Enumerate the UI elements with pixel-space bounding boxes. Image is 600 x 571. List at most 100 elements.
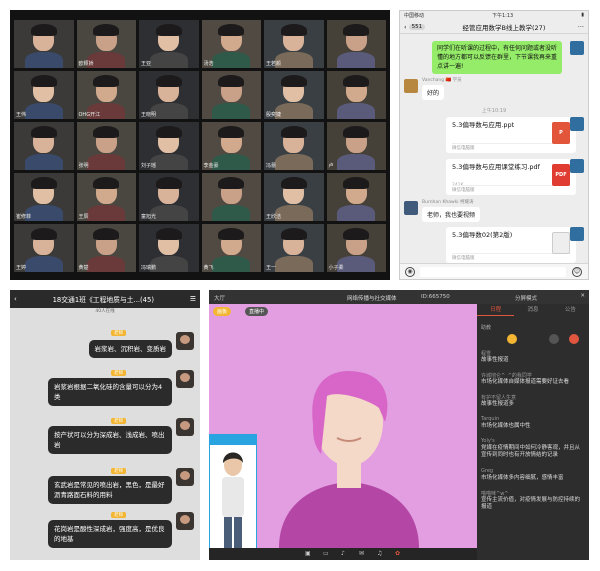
file-message[interactable]: 5.3偏导数02(第2版) 微信电脑版 (446, 227, 576, 263)
participant-video-tile[interactable] (201, 173, 261, 221)
voice-icon[interactable]: ◉ (405, 267, 415, 277)
battery-icon: ▮ (581, 12, 584, 18)
student-avatar[interactable] (404, 201, 418, 215)
tab-notices[interactable]: 公告 (552, 304, 589, 316)
participant-video-tile[interactable]: 欧颖娇 (76, 20, 136, 68)
layout-mode-button[interactable]: 分屏模式 (515, 294, 537, 302)
participant-name: 王一 (266, 265, 277, 271)
participant-hair (155, 227, 182, 241)
participant-video-tile[interactable]: 王欣洁 (264, 173, 324, 221)
teacher-avatar[interactable] (570, 117, 584, 131)
participant-video-tile[interactable]: 殷奕婕 (264, 71, 324, 119)
participant-name: 黄楚 (78, 265, 89, 271)
comment-text: 市场化媒体多内容细腻，感情丰富 (481, 475, 564, 481)
microphone-icon[interactable]: ♪ (341, 550, 345, 557)
assistant-avatar[interactable] (549, 334, 559, 344)
participant-name: 王婷 (16, 265, 27, 271)
online-count: 40人在线 (95, 309, 115, 314)
participant-video-tile[interactable]: 王晓明 (139, 71, 199, 119)
participant-body (24, 102, 63, 119)
participant-body (212, 255, 251, 272)
assistant-avatar[interactable] (507, 334, 517, 344)
sidebar: 日程 消息 公告 助教 程雪 故事性报道 许城彻仑^_^的我同学 市场化媒体自媒体报道… (477, 304, 589, 560)
unread-badge[interactable]: 551 (408, 23, 426, 30)
participant-video-tile[interactable]: 王亚 (139, 20, 199, 68)
message-input[interactable] (420, 267, 566, 277)
participant-video-tile[interactable]: 黄楚 (76, 224, 136, 272)
student-avatar[interactable] (404, 79, 418, 93)
music-icon[interactable]: ♫ (377, 550, 382, 557)
status-time: 下午1:13 (492, 13, 514, 19)
participant-video-tile[interactable]: 冯瑞鹏 (139, 224, 199, 272)
group-icon[interactable]: ☰ (190, 295, 196, 303)
participant-name: 小子柔 (328, 265, 344, 271)
participant-hair (30, 125, 57, 139)
file-message[interactable]: 5.3偏导数与应用.ppt 微信电脑版 P (446, 117, 576, 153)
participant-video-tile[interactable]: 刘子瑶 (139, 122, 199, 170)
teacher-avatar[interactable] (570, 227, 584, 241)
tab-messages[interactable]: 消息 (514, 304, 551, 316)
participant-video-tile[interactable] (326, 71, 386, 119)
participant-video-tile[interactable] (14, 122, 74, 170)
teacher-avatar[interactable] (570, 41, 584, 55)
participant-name: OHG开江 (78, 112, 101, 118)
participant-video-tile[interactable] (326, 173, 386, 221)
participant-body (212, 204, 251, 221)
teacher-avatar[interactable] (570, 159, 584, 173)
teacher-avatar[interactable] (176, 370, 194, 388)
participant-video-tile[interactable]: 汤浩 (201, 20, 261, 68)
tab-schedule[interactable]: 日程 (477, 304, 515, 316)
participant-name: 殷奕婕 (266, 112, 282, 118)
screen-share-icon[interactable]: ▭ (323, 550, 329, 557)
comment-text: 市场化媒体自媒体报道需要好证去看 (481, 379, 570, 385)
participant-hair (343, 176, 370, 190)
participant-name: 李金豪 (203, 163, 219, 169)
teacher-camera-pip[interactable] (209, 434, 257, 560)
file-icon (552, 232, 570, 254)
more-icon[interactable]: ··· (578, 23, 584, 31)
participant-video-tile[interactable] (201, 71, 261, 119)
teacher-avatar[interactable] (176, 512, 194, 530)
chat-bubble-icon[interactable]: ✉ (359, 550, 364, 557)
chat-message: 花岗岩是酸性深成岩，强度高，是优良的地基 (48, 520, 172, 548)
participant-video-tile[interactable]: 小子柔 (326, 224, 386, 272)
pdf-file-icon: PDF (552, 164, 570, 186)
participant-video-tile[interactable]: 李金豪 (201, 122, 261, 170)
teacher-avatar[interactable] (176, 468, 194, 486)
participant-video-tile[interactable]: 崔修菲 (14, 173, 74, 221)
participant-hair (280, 125, 307, 139)
participant-name: 王亚 (141, 61, 152, 67)
file-name: 5.3偏导数02(第2版) (452, 231, 513, 239)
lobby-button[interactable]: 大厅 (214, 294, 225, 302)
file-source: 微信电脑版 (452, 185, 570, 193)
participant-video-tile[interactable]: 童旭光 (139, 173, 199, 221)
close-icon[interactable]: ✕ (580, 293, 585, 299)
participant-video-tile[interactable] (14, 20, 74, 68)
participant-video-tile[interactable]: 冯蕾 (264, 122, 324, 170)
participant-video-tile[interactable]: 王一 (264, 224, 324, 272)
emoji-icon[interactable]: ☺ (572, 267, 582, 277)
teacher-avatar[interactable] (176, 332, 194, 350)
participant-hair (280, 176, 307, 190)
teacher-avatar[interactable] (176, 418, 194, 436)
participant-video-tile[interactable]: 王婷 (14, 224, 74, 272)
assistant-avatar[interactable] (569, 334, 579, 344)
participant-body (24, 255, 63, 272)
participant-name: 冯瑞鹏 (141, 265, 157, 271)
back-arrow-icon[interactable]: ‹ (404, 23, 407, 31)
participant-video-tile[interactable]: 王伟 (14, 71, 74, 119)
file-message[interactable]: 5.3偏导数与应用课堂练习.pdf 242K 微信电脑版 PDF (446, 159, 576, 195)
participant-hair (155, 176, 182, 190)
participant-name: 汤浩 (203, 61, 214, 67)
gift-icon[interactable]: ✿ (395, 550, 400, 557)
participant-video-tile[interactable]: OHG开江 (76, 71, 136, 119)
camera-icon[interactable]: ▣ (305, 550, 311, 557)
participant-video-tile[interactable]: 王辰 (76, 173, 136, 221)
participant-video-tile[interactable] (326, 20, 386, 68)
participant-video-tile[interactable]: 王若颜 (264, 20, 324, 68)
participant-video-tile[interactable]: 张明 (76, 122, 136, 170)
participant-video-tile[interactable]: 卢 (326, 122, 386, 170)
comment-text: 市场化媒体也属中性 (481, 423, 531, 429)
participant-hair (343, 227, 370, 241)
participant-video-tile[interactable]: 黄飞 (201, 224, 261, 272)
